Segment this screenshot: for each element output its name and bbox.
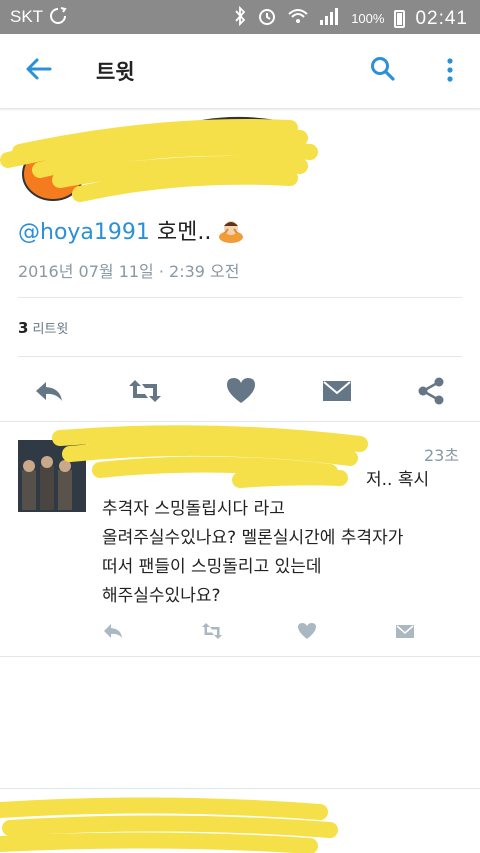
page-title: 트윗 <box>96 60 135 84</box>
sync-icon <box>48 6 68 31</box>
reply-line: 저.. 혹시 <box>366 470 430 490</box>
redaction-scribble <box>0 797 338 853</box>
retweet-count[interactable]: 3 리트윗 <box>18 318 68 337</box>
like-icon[interactable] <box>296 620 318 642</box>
section-divider <box>0 656 480 657</box>
share-icon[interactable] <box>414 374 448 408</box>
mention-link[interactable]: @hoya1991 <box>18 220 150 245</box>
reply-actions <box>0 614 480 648</box>
redaction-scribble <box>0 116 318 202</box>
status-bar: SKT 100% 02:41 <box>0 0 480 34</box>
retweet-count-number: 3 <box>18 319 29 337</box>
more-vertical-icon[interactable] <box>440 56 460 84</box>
app-bar: 트윗 <box>0 34 480 109</box>
battery-icon <box>394 9 406 28</box>
bluetooth-icon <box>233 5 247 31</box>
battery-percent: 100% <box>351 11 385 26</box>
reply-text: 저.. 혹시 추격자 스밍돌립시다 라고 올려주실수있나요? 멜론실시간에 추격… <box>102 466 472 611</box>
reply-line: 떠서 팬들이 스밍돌리고 있는데 <box>102 557 322 577</box>
carrier-label: SKT <box>10 7 44 26</box>
signal-icon <box>319 6 341 31</box>
person-bowing-icon <box>218 217 244 243</box>
divider <box>18 356 462 357</box>
reply-line: 해주실수있나요? <box>102 586 221 606</box>
retweet-count-label: 리트윗 <box>32 322 69 337</box>
reply-icon[interactable] <box>102 620 124 642</box>
like-icon[interactable] <box>224 374 258 408</box>
search-icon[interactable] <box>370 56 396 82</box>
tweet-timestamp: 2016년 07월 11일 · 2:39 오전 <box>18 262 240 281</box>
message-icon[interactable] <box>394 620 416 642</box>
back-arrow-icon[interactable] <box>24 54 54 84</box>
tweet-text: @hoya1991 호멘.. <box>18 214 244 246</box>
clock: 02:41 <box>415 7 468 29</box>
reply-timestamp: 23초 <box>424 446 460 465</box>
retweet-icon[interactable] <box>126 374 161 408</box>
alarm-icon <box>257 6 277 31</box>
wifi-icon <box>287 6 309 31</box>
reply-icon[interactable] <box>32 374 66 408</box>
tweet-actions <box>0 360 480 420</box>
section-divider <box>0 788 480 789</box>
tweet-body: 호멘.. <box>149 220 212 245</box>
reply-line: 올려주실수있나요? 멜론실시간에 추격자가 <box>102 528 404 548</box>
tweet-author[interactable] <box>0 108 480 208</box>
status-icons: 100% 02:41 <box>233 5 468 31</box>
message-icon[interactable] <box>320 374 354 408</box>
divider <box>18 297 462 298</box>
reply-line: 추격자 스밍돌립시다 라고 <box>102 499 285 519</box>
retweet-icon[interactable] <box>200 620 222 642</box>
